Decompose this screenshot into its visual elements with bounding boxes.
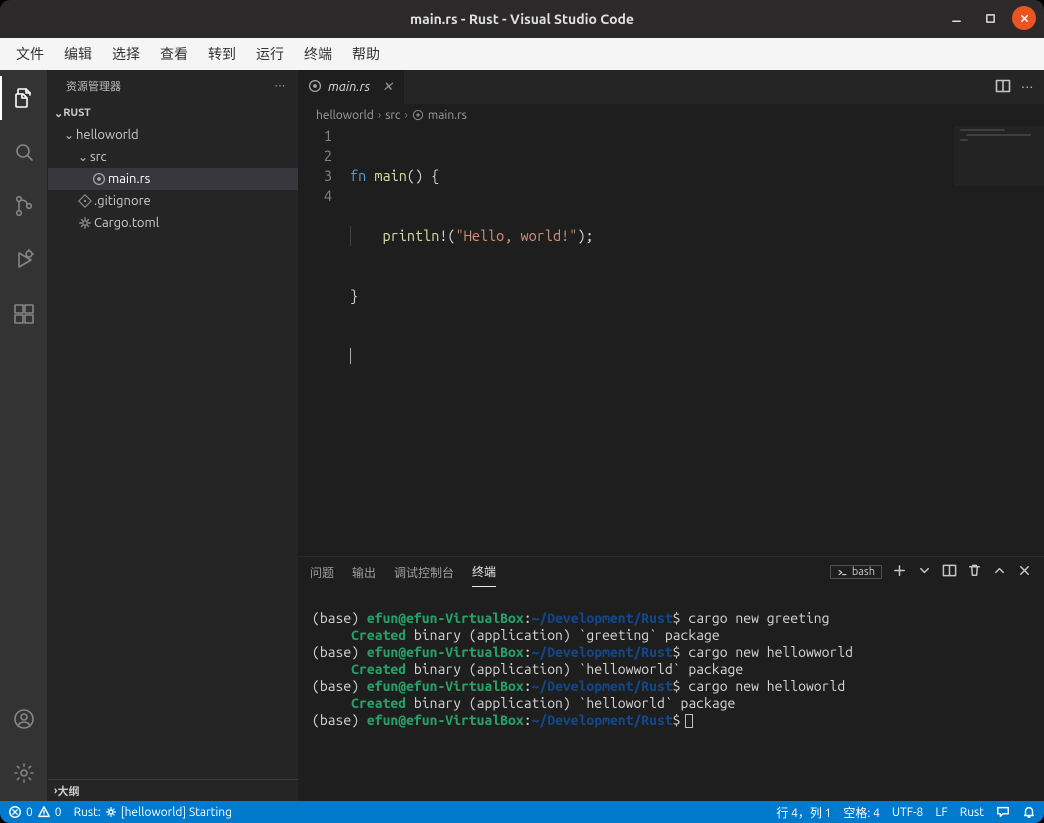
panel-tab-terminal[interactable]: 终端 [472, 557, 496, 587]
tree-item-label: main.rs [108, 172, 150, 186]
tree-item-label: src [90, 150, 107, 164]
split-terminal-icon[interactable] [942, 563, 957, 581]
window-minimize-button[interactable] [944, 6, 968, 30]
editor-tabs: main.rs ✕ ··· [298, 70, 1044, 104]
search-icon[interactable] [0, 130, 48, 174]
chevron-right-icon: › [378, 109, 381, 122]
run-debug-icon[interactable] [0, 238, 48, 282]
menu-file[interactable]: 文件 [6, 40, 54, 68]
status-feedback-icon[interactable] [996, 805, 1010, 819]
extensions-icon[interactable] [0, 292, 48, 336]
status-encoding[interactable]: UTF-8 [892, 806, 923, 819]
tab-main-rs[interactable]: main.rs ✕ [298, 70, 404, 104]
terminal-shell-selector[interactable]: bash [830, 565, 882, 579]
status-indentation[interactable]: 空格: 4 [843, 804, 879, 821]
toml-file-icon [76, 216, 94, 230]
outline-label: 大纲 [57, 783, 79, 799]
tree-folder-helloworld[interactable]: ⌄ helloworld [48, 124, 298, 146]
status-language[interactable]: Rust [960, 806, 984, 819]
source-control-icon[interactable] [0, 184, 48, 228]
status-bell-icon[interactable] [1022, 805, 1036, 819]
rust-file-icon [308, 79, 322, 96]
menu-bar: 文件 编辑 选择 查看 转到 运行 终端 帮助 [0, 38, 1044, 70]
tree-file-gitignore[interactable]: .gitignore [48, 190, 298, 212]
code-content[interactable]: fn main() { println!("Hello, world!"); } [350, 126, 1044, 556]
text-cursor [350, 348, 351, 364]
tree-root-header[interactable]: ⌄ RUST [48, 102, 298, 124]
menu-view[interactable]: 查看 [150, 40, 198, 68]
split-editor-icon[interactable] [995, 78, 1011, 97]
panel-tabs: 问题 输出 调试控制台 终端 bash [298, 557, 1044, 587]
tree-file-main-rs[interactable]: main.rs [48, 168, 298, 190]
window-maximize-button[interactable] [978, 6, 1002, 30]
line-number-gutter: 1 2 3 4 [298, 126, 350, 556]
terminal[interactable]: (base) efun@efun-VirtualBox:~/Developmen… [298, 587, 1044, 801]
editor-area: main.rs ✕ ··· helloworld › src › main.rs [298, 70, 1044, 801]
breadcrumb-part[interactable]: helloworld [316, 109, 374, 122]
tree-root-label: RUST [63, 107, 91, 119]
menu-terminal[interactable]: 终端 [294, 40, 342, 68]
menu-go[interactable]: 转到 [198, 40, 246, 68]
status-errors-warnings[interactable]: 0 0 [8, 805, 62, 819]
tab-close-icon[interactable]: ✕ [376, 80, 393, 95]
tree-file-cargo-toml[interactable]: Cargo.toml [48, 212, 298, 234]
breadcrumbs[interactable]: helloworld › src › main.rs [298, 104, 1044, 126]
menu-edit[interactable]: 编辑 [54, 40, 102, 68]
settings-gear-icon[interactable] [0, 751, 48, 795]
window-close-button[interactable] [1012, 6, 1036, 30]
sidebar-title: 资源管理器 [66, 78, 121, 94]
chevron-down-icon: ⌄ [54, 107, 63, 120]
account-icon[interactable] [0, 697, 48, 741]
breadcrumb-part[interactable]: main.rs [428, 109, 467, 122]
bottom-panel: 问题 输出 调试控制台 终端 bash [298, 556, 1044, 801]
gitignore-file-icon [76, 194, 94, 208]
menu-help[interactable]: 帮助 [342, 40, 390, 68]
tree-folder-src[interactable]: ⌄ src [48, 146, 298, 168]
menu-selection[interactable]: 选择 [102, 40, 150, 68]
status-cursor-position[interactable]: 行 4，列 1 [776, 804, 831, 821]
menu-run[interactable]: 运行 [246, 40, 294, 68]
panel-tab-debug[interactable]: 调试控制台 [394, 558, 454, 587]
title-bar: main.rs - Rust - Visual Studio Code [0, 0, 1044, 38]
explorer-icon[interactable] [0, 76, 48, 120]
status-rust-analyzer[interactable]: Rust: [helloworld] Starting [74, 806, 232, 819]
chevron-up-icon[interactable] [992, 563, 1007, 581]
chevron-down-icon: ⌄ [62, 128, 76, 142]
panel-tab-output[interactable]: 输出 [352, 558, 376, 587]
tree-item-label: helloworld [76, 128, 139, 142]
chevron-down-icon: ⌄ [76, 150, 90, 164]
sidebar: 资源管理器 ··· ⌄ RUST ⌄ helloworld ⌄ src main… [48, 70, 298, 801]
rust-file-icon [412, 109, 424, 122]
status-eol[interactable]: LF [935, 806, 947, 819]
panel-tab-problems[interactable]: 问题 [310, 558, 334, 587]
window-title: main.rs - Rust - Visual Studio Code [410, 11, 634, 27]
trash-icon[interactable] [967, 563, 982, 581]
terminal-cursor [685, 714, 693, 728]
chevron-right-icon: › [405, 109, 408, 122]
tree-item-label: .gitignore [94, 194, 151, 208]
rust-file-icon [90, 172, 108, 186]
code-editor[interactable]: 1 2 3 4 fn main() { println!("Hello, wor… [298, 126, 1044, 556]
sidebar-more-icon[interactable]: ··· [275, 80, 286, 92]
editor-more-icon[interactable]: ··· [1021, 80, 1034, 94]
status-bar: 0 0 Rust: [helloworld] Starting 行 4，列 1 … [0, 801, 1044, 823]
terminal-dropdown-icon[interactable] [917, 563, 932, 581]
minimap[interactable] [954, 126, 1044, 556]
file-tree: ⌄ helloworld ⌄ src main.rs .gitignore [48, 124, 298, 779]
editor-actions: ··· [995, 70, 1044, 104]
tree-item-label: Cargo.toml [94, 216, 159, 230]
outline-header[interactable]: › 大纲 [48, 779, 298, 801]
panel-close-icon[interactable] [1017, 563, 1032, 581]
tab-label: main.rs [328, 80, 370, 94]
new-terminal-icon[interactable] [892, 563, 907, 581]
breadcrumb-part[interactable]: src [385, 109, 400, 122]
sidebar-title-row: 资源管理器 ··· [48, 70, 298, 102]
activity-bar [0, 70, 48, 801]
window-controls [944, 6, 1036, 30]
